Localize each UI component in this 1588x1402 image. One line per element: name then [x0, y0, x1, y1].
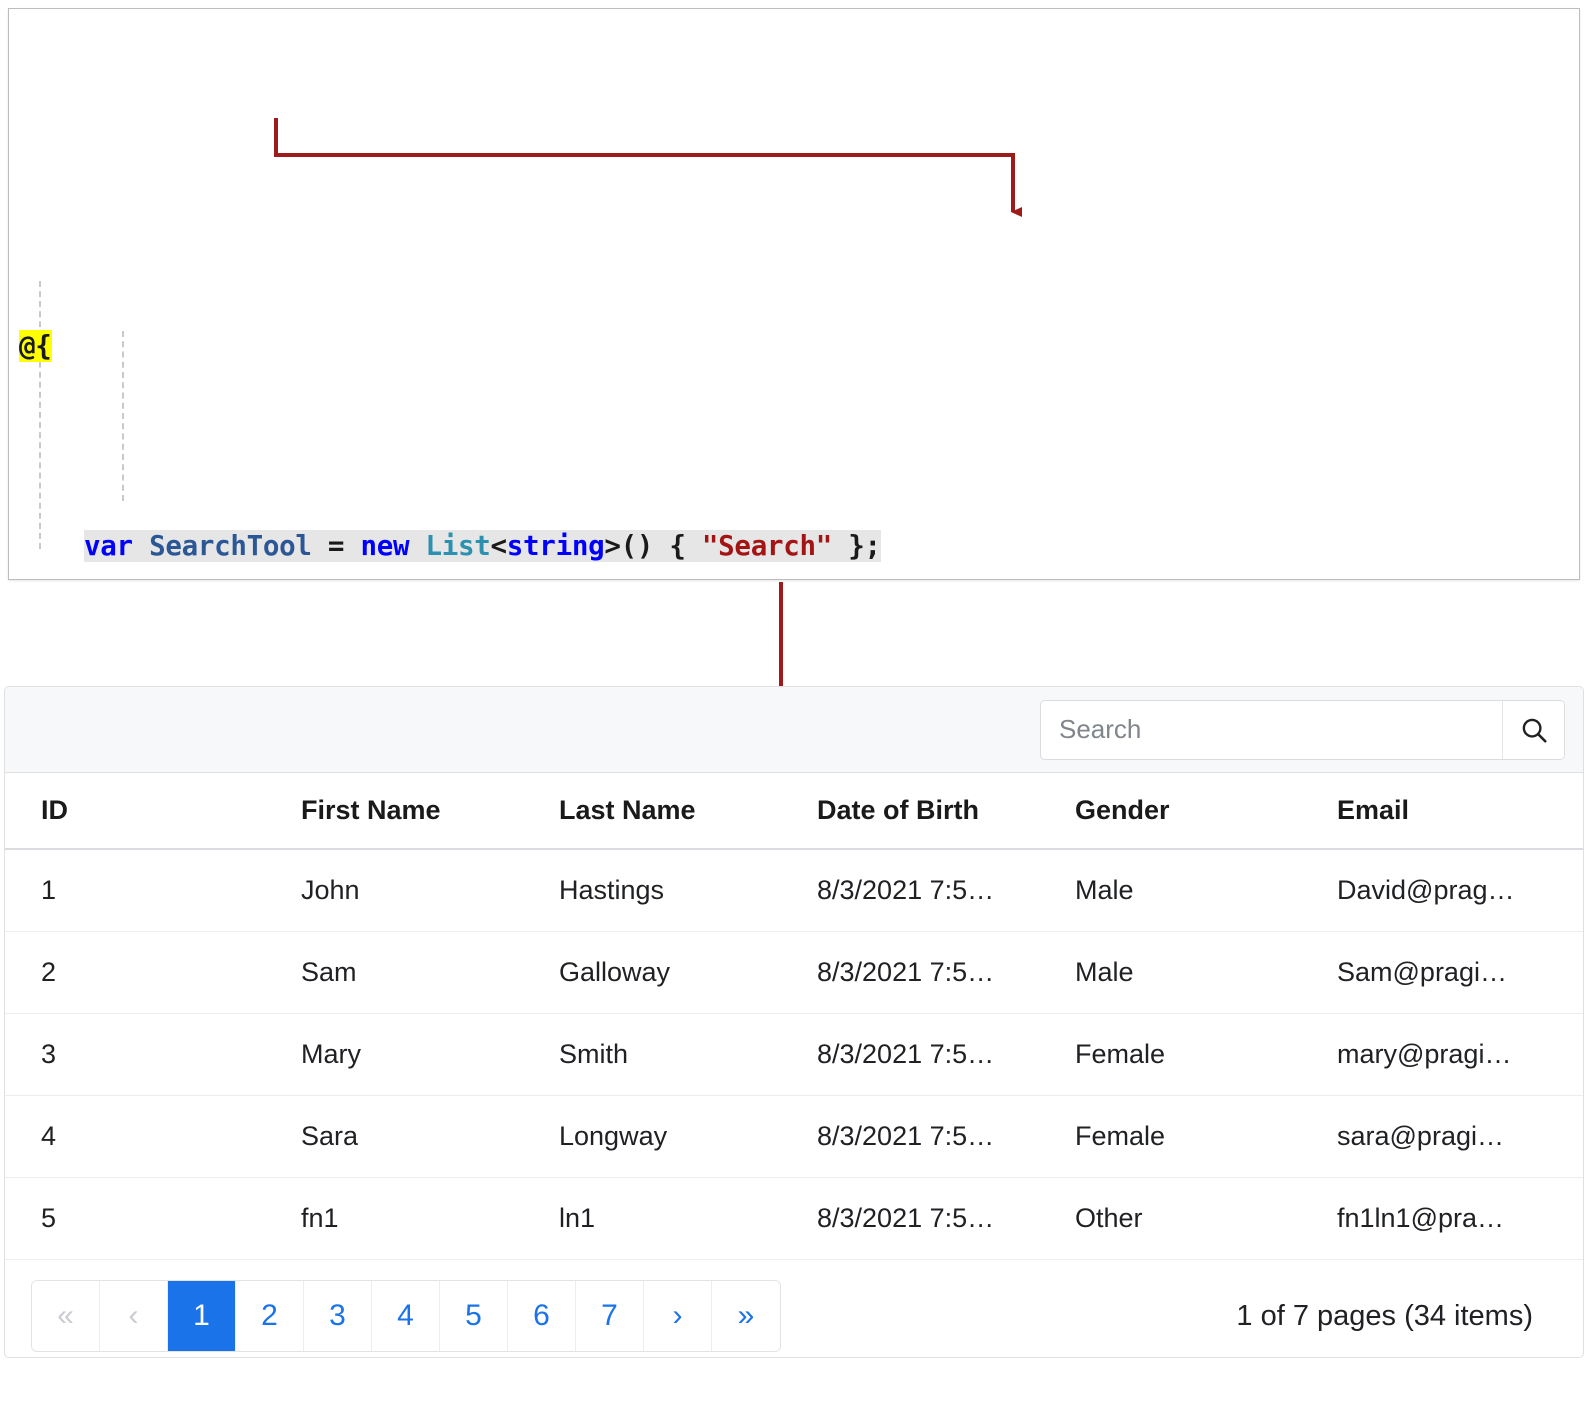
- token-search-literal: "Search": [701, 530, 832, 562]
- token-parens: (): [620, 530, 654, 562]
- code-snippet-panel: @{ var SearchTool = new List<string>() {…: [8, 8, 1580, 580]
- pager-navigation: « ‹ 1 2 3 4 5 6 7 › »: [31, 1280, 781, 1352]
- cell-gender: Female: [1075, 1013, 1337, 1096]
- code-line-2-body: var SearchTool = new List<string>() { "S…: [84, 530, 881, 562]
- pager-page-2[interactable]: 2: [236, 1281, 304, 1351]
- token-string-type: string: [506, 530, 605, 562]
- cell-dob: 8/3/2021 7:5…: [817, 931, 1075, 1014]
- cell-id: 3: [5, 1013, 301, 1096]
- cell-email: fn1ln1@pra…: [1337, 1177, 1583, 1260]
- cell-id: 1: [5, 849, 301, 932]
- cell-last: ln1: [559, 1177, 817, 1260]
- cell-dob: 8/3/2021 7:5…: [817, 1013, 1075, 1096]
- table-row[interactable]: 5 fn1 ln1 8/3/2021 7:5… Other fn1ln1@pra…: [5, 1177, 1583, 1260]
- search-input[interactable]: [1041, 700, 1502, 759]
- cell-gender: Male: [1075, 849, 1337, 932]
- token-searchtool-ident: SearchTool: [149, 530, 312, 562]
- cell-gender: Female: [1075, 1095, 1337, 1178]
- pager-next-button[interactable]: ›: [644, 1281, 712, 1351]
- cell-gender: Male: [1075, 931, 1337, 1014]
- pager-page-1[interactable]: 1: [168, 1281, 236, 1351]
- grid-toolbar: [5, 687, 1583, 773]
- pager-page-3[interactable]: 3: [304, 1281, 372, 1351]
- header-row: ID First Name Last Name Date of Birth Ge…: [5, 773, 1583, 850]
- grid-search-box[interactable]: [1040, 699, 1565, 760]
- cell-id: 5: [5, 1177, 301, 1260]
- cell-first: Mary: [301, 1013, 559, 1096]
- cell-last: Longway: [559, 1095, 817, 1178]
- column-header-email[interactable]: Email: [1337, 773, 1583, 850]
- pager-page-6[interactable]: 6: [508, 1281, 576, 1351]
- cell-dob: 8/3/2021 7:5…: [817, 1177, 1075, 1260]
- cell-id: 4: [5, 1095, 301, 1178]
- razor-block-open: @{: [19, 330, 52, 362]
- cell-first: Sam: [301, 931, 559, 1014]
- cell-first: Sara: [301, 1095, 559, 1178]
- column-header-dob[interactable]: Date of Birth: [817, 773, 1075, 850]
- column-header-gender[interactable]: Gender: [1075, 773, 1337, 850]
- cell-gender: Other: [1075, 1177, 1337, 1260]
- column-header-id[interactable]: ID: [5, 773, 301, 850]
- token-brace-close: };: [848, 530, 881, 562]
- cell-id: 2: [5, 931, 301, 1014]
- cell-last: Hastings: [559, 849, 817, 932]
- grid-pager: « ‹ 1 2 3 4 5 6 7 › » 1 of 7 pages (34 i…: [5, 1260, 1583, 1357]
- pager-info-text: 1 of 7 pages (34 items): [1236, 1299, 1533, 1332]
- pager-first-button[interactable]: «: [32, 1281, 100, 1351]
- cell-dob: 8/3/2021 7:5…: [817, 1095, 1075, 1178]
- table-row[interactable]: 3 Mary Smith 8/3/2021 7:5… Female mary@p…: [5, 1013, 1583, 1096]
- token-var: var: [84, 530, 133, 562]
- cell-last: Galloway: [559, 931, 817, 1014]
- code-line-2: var SearchTool = new List<string>() { "S…: [19, 521, 1579, 571]
- cell-email: sara@pragi…: [1337, 1095, 1583, 1178]
- token-angle-close: >: [604, 530, 621, 562]
- token-equals: =: [327, 530, 345, 562]
- grid-table: ID First Name Last Name Date of Birth Ge…: [5, 773, 1583, 1260]
- pager-page-7[interactable]: 7: [576, 1281, 644, 1351]
- table-row[interactable]: 1 John Hastings 8/3/2021 7:5… Male David…: [5, 849, 1583, 932]
- data-grid: ID First Name Last Name Date of Birth Ge…: [4, 686, 1584, 1358]
- cell-email: Sam@pragi…: [1337, 931, 1583, 1014]
- pager-page-4[interactable]: 4: [372, 1281, 440, 1351]
- token-new: new: [360, 530, 410, 562]
- code-line-1: @{: [19, 321, 1579, 371]
- cell-email: mary@pragi…: [1337, 1013, 1583, 1096]
- pager-page-5[interactable]: 5: [440, 1281, 508, 1351]
- cell-dob: 8/3/2021 7:5…: [817, 849, 1075, 932]
- column-header-last[interactable]: Last Name: [559, 773, 817, 850]
- grid-header: ID First Name Last Name Date of Birth Ge…: [5, 773, 1583, 850]
- token-brace-open: {: [669, 530, 686, 562]
- search-icon: [1522, 718, 1547, 743]
- code-content: @{ var SearchTool = new List<string>() {…: [9, 9, 1579, 579]
- cell-first: John: [301, 849, 559, 932]
- cell-first: fn1: [301, 1177, 559, 1260]
- pager-last-button[interactable]: »: [712, 1281, 780, 1351]
- column-header-first[interactable]: First Name: [301, 773, 559, 850]
- token-list-type: List: [425, 530, 491, 562]
- table-row[interactable]: 4 Sara Longway 8/3/2021 7:5… Female sara…: [5, 1095, 1583, 1178]
- token-angle-open: <: [490, 530, 508, 562]
- page-root: @{ var SearchTool = new List<string>() {…: [0, 0, 1588, 1402]
- cell-email: David@prag…: [1337, 849, 1583, 932]
- cell-last: Smith: [559, 1013, 817, 1096]
- grid-body: 1 John Hastings 8/3/2021 7:5… Male David…: [5, 849, 1583, 1260]
- search-button[interactable]: [1502, 700, 1564, 759]
- pager-prev-button[interactable]: ‹: [100, 1281, 168, 1351]
- table-row[interactable]: 2 Sam Galloway 8/3/2021 7:5… Male Sam@pr…: [5, 931, 1583, 1014]
